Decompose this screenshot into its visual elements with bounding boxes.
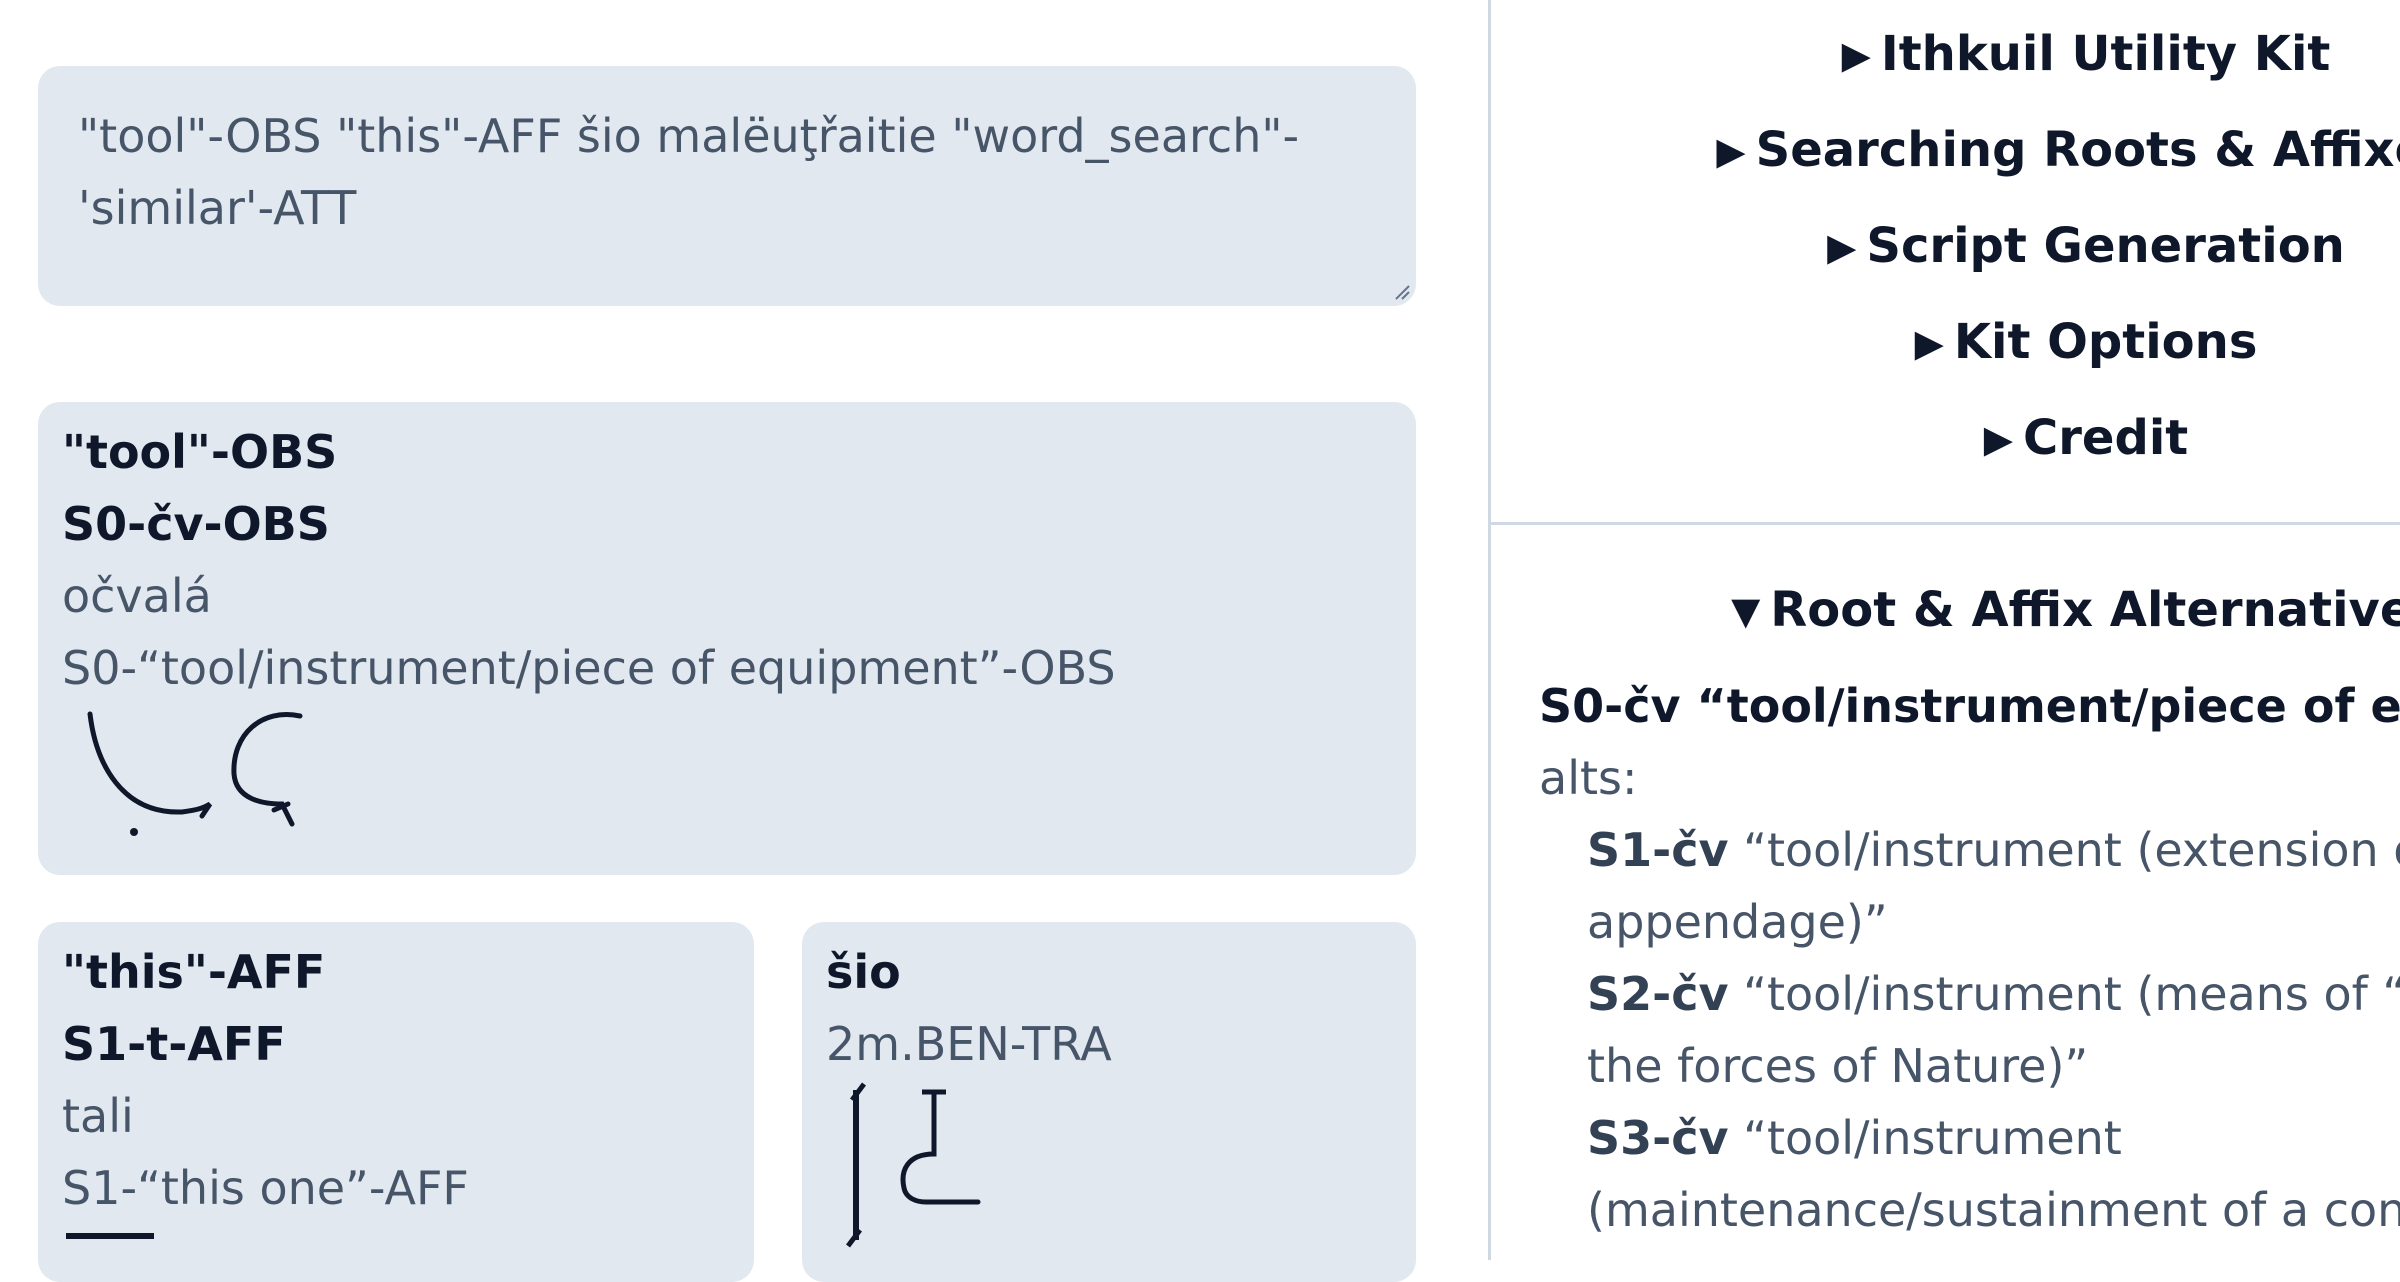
word-meaning: S1-“this one”-AFF: [62, 1152, 730, 1224]
sidebar-divider: [1491, 522, 2400, 525]
menu-searching[interactable]: ▶Searching Roots & Affixes: [1491, 120, 2400, 181]
alt-code: S2-čv: [1587, 967, 1728, 1021]
root-meaning: “tool/instrument/piece of equipment”: [1697, 679, 2400, 733]
word-meaning: S0-“tool/instrument/piece of equipment”-…: [62, 632, 1392, 704]
word-title: "this"-AFF: [62, 936, 730, 1008]
menu-credit[interactable]: ▶Credit: [1491, 408, 2400, 469]
menu-utility-kit[interactable]: ▶Ithkuil Utility Kit: [1491, 24, 2400, 85]
alt-item: S2-čv “tool/instrument (means of “defeat…: [1587, 958, 2400, 1030]
menu-label: Root & Affix Alternatives: [1770, 582, 2400, 638]
triangle-right-icon: ▶: [1827, 217, 1856, 277]
menu-label: Script Generation: [1866, 218, 2344, 274]
sidebar: ▶Ithkuil Utility Kit ▶Searching Roots & …: [1491, 0, 2400, 1260]
script-glyph-icon: [62, 1224, 182, 1244]
alt-item: S3-čv “tool/instrument: [1587, 1102, 2122, 1174]
alt-meaning-cont: (maintenance/sustainment of a construct)…: [1587, 1174, 2400, 1246]
alt-meaning-cont: appendage)”: [1587, 886, 1888, 958]
menu-root-affix-alternatives[interactable]: ▼Root & Affix Alternatives: [1491, 580, 2400, 641]
word-card-sio: šio 2m.BEN-TRA: [802, 922, 1416, 1282]
root-code: S0-čv: [1539, 679, 1680, 733]
triangle-right-icon: ▶: [1915, 313, 1944, 373]
alt-meaning: “tool/instrument (extension of body/: [1743, 823, 2400, 877]
word-gloss: 2m.BEN-TRA: [826, 1008, 1392, 1080]
alt-code: S1-čv: [1587, 823, 1728, 877]
word-gloss: S0-čv-OBS: [62, 488, 1392, 560]
alts-label: alts:: [1539, 742, 1637, 814]
menu-label: Credit: [2023, 410, 2188, 466]
menu-label: Searching Roots & Affixes: [1756, 122, 2400, 178]
word-title: šio: [826, 936, 1392, 1008]
menu-script-generation[interactable]: ▶Script Generation: [1491, 216, 2400, 277]
menu-label: Kit Options: [1954, 314, 2258, 370]
word-romanization: tali: [62, 1080, 730, 1152]
root-heading: S0-čv “tool/instrument/piece of equipmen…: [1539, 670, 2400, 742]
resize-grip-icon[interactable]: [1392, 282, 1410, 300]
main-panel: "tool"-OBS "this"-AFF šio malëuţřaitie "…: [0, 0, 1488, 1260]
menu-kit-options[interactable]: ▶Kit Options: [1491, 312, 2400, 373]
alt-meaning-cont: the forces of Nature)”: [1587, 1030, 2088, 1102]
word-card-this: "this"-AFF S1-t-AFF tali S1-“this one”-A…: [38, 922, 754, 1282]
alt-code: S3-čv: [1587, 1111, 1728, 1165]
word-romanization: očvalá: [62, 560, 1392, 632]
word-gloss: S1-t-AFF: [62, 1008, 730, 1080]
alt-meaning: “tool/instrument (means of “defeating”: [1743, 967, 2400, 1021]
word-card-tool: "tool"-OBS S0-čv-OBS očvalá S0-“tool/ins…: [38, 402, 1416, 875]
alt-item: S1-čv “tool/instrument (extension of bod…: [1587, 814, 2400, 886]
word-title: "tool"-OBS: [62, 416, 1392, 488]
triangle-right-icon: ▶: [1716, 121, 1745, 181]
script-glyph-icon: [62, 704, 322, 844]
triangle-right-icon: ▶: [1984, 409, 2013, 469]
menu-label: Ithkuil Utility Kit: [1881, 26, 2331, 82]
sentence-input-text[interactable]: "tool"-OBS "this"-AFF šio malëuţřaitie "…: [78, 109, 1299, 235]
script-glyph-icon: [826, 1080, 1026, 1250]
triangle-right-icon: ▶: [1842, 25, 1871, 85]
alt-meaning: “tool/instrument: [1743, 1111, 2122, 1165]
triangle-down-icon: ▼: [1731, 581, 1760, 641]
sentence-input[interactable]: "tool"-OBS "this"-AFF šio malëuţřaitie "…: [38, 66, 1416, 306]
